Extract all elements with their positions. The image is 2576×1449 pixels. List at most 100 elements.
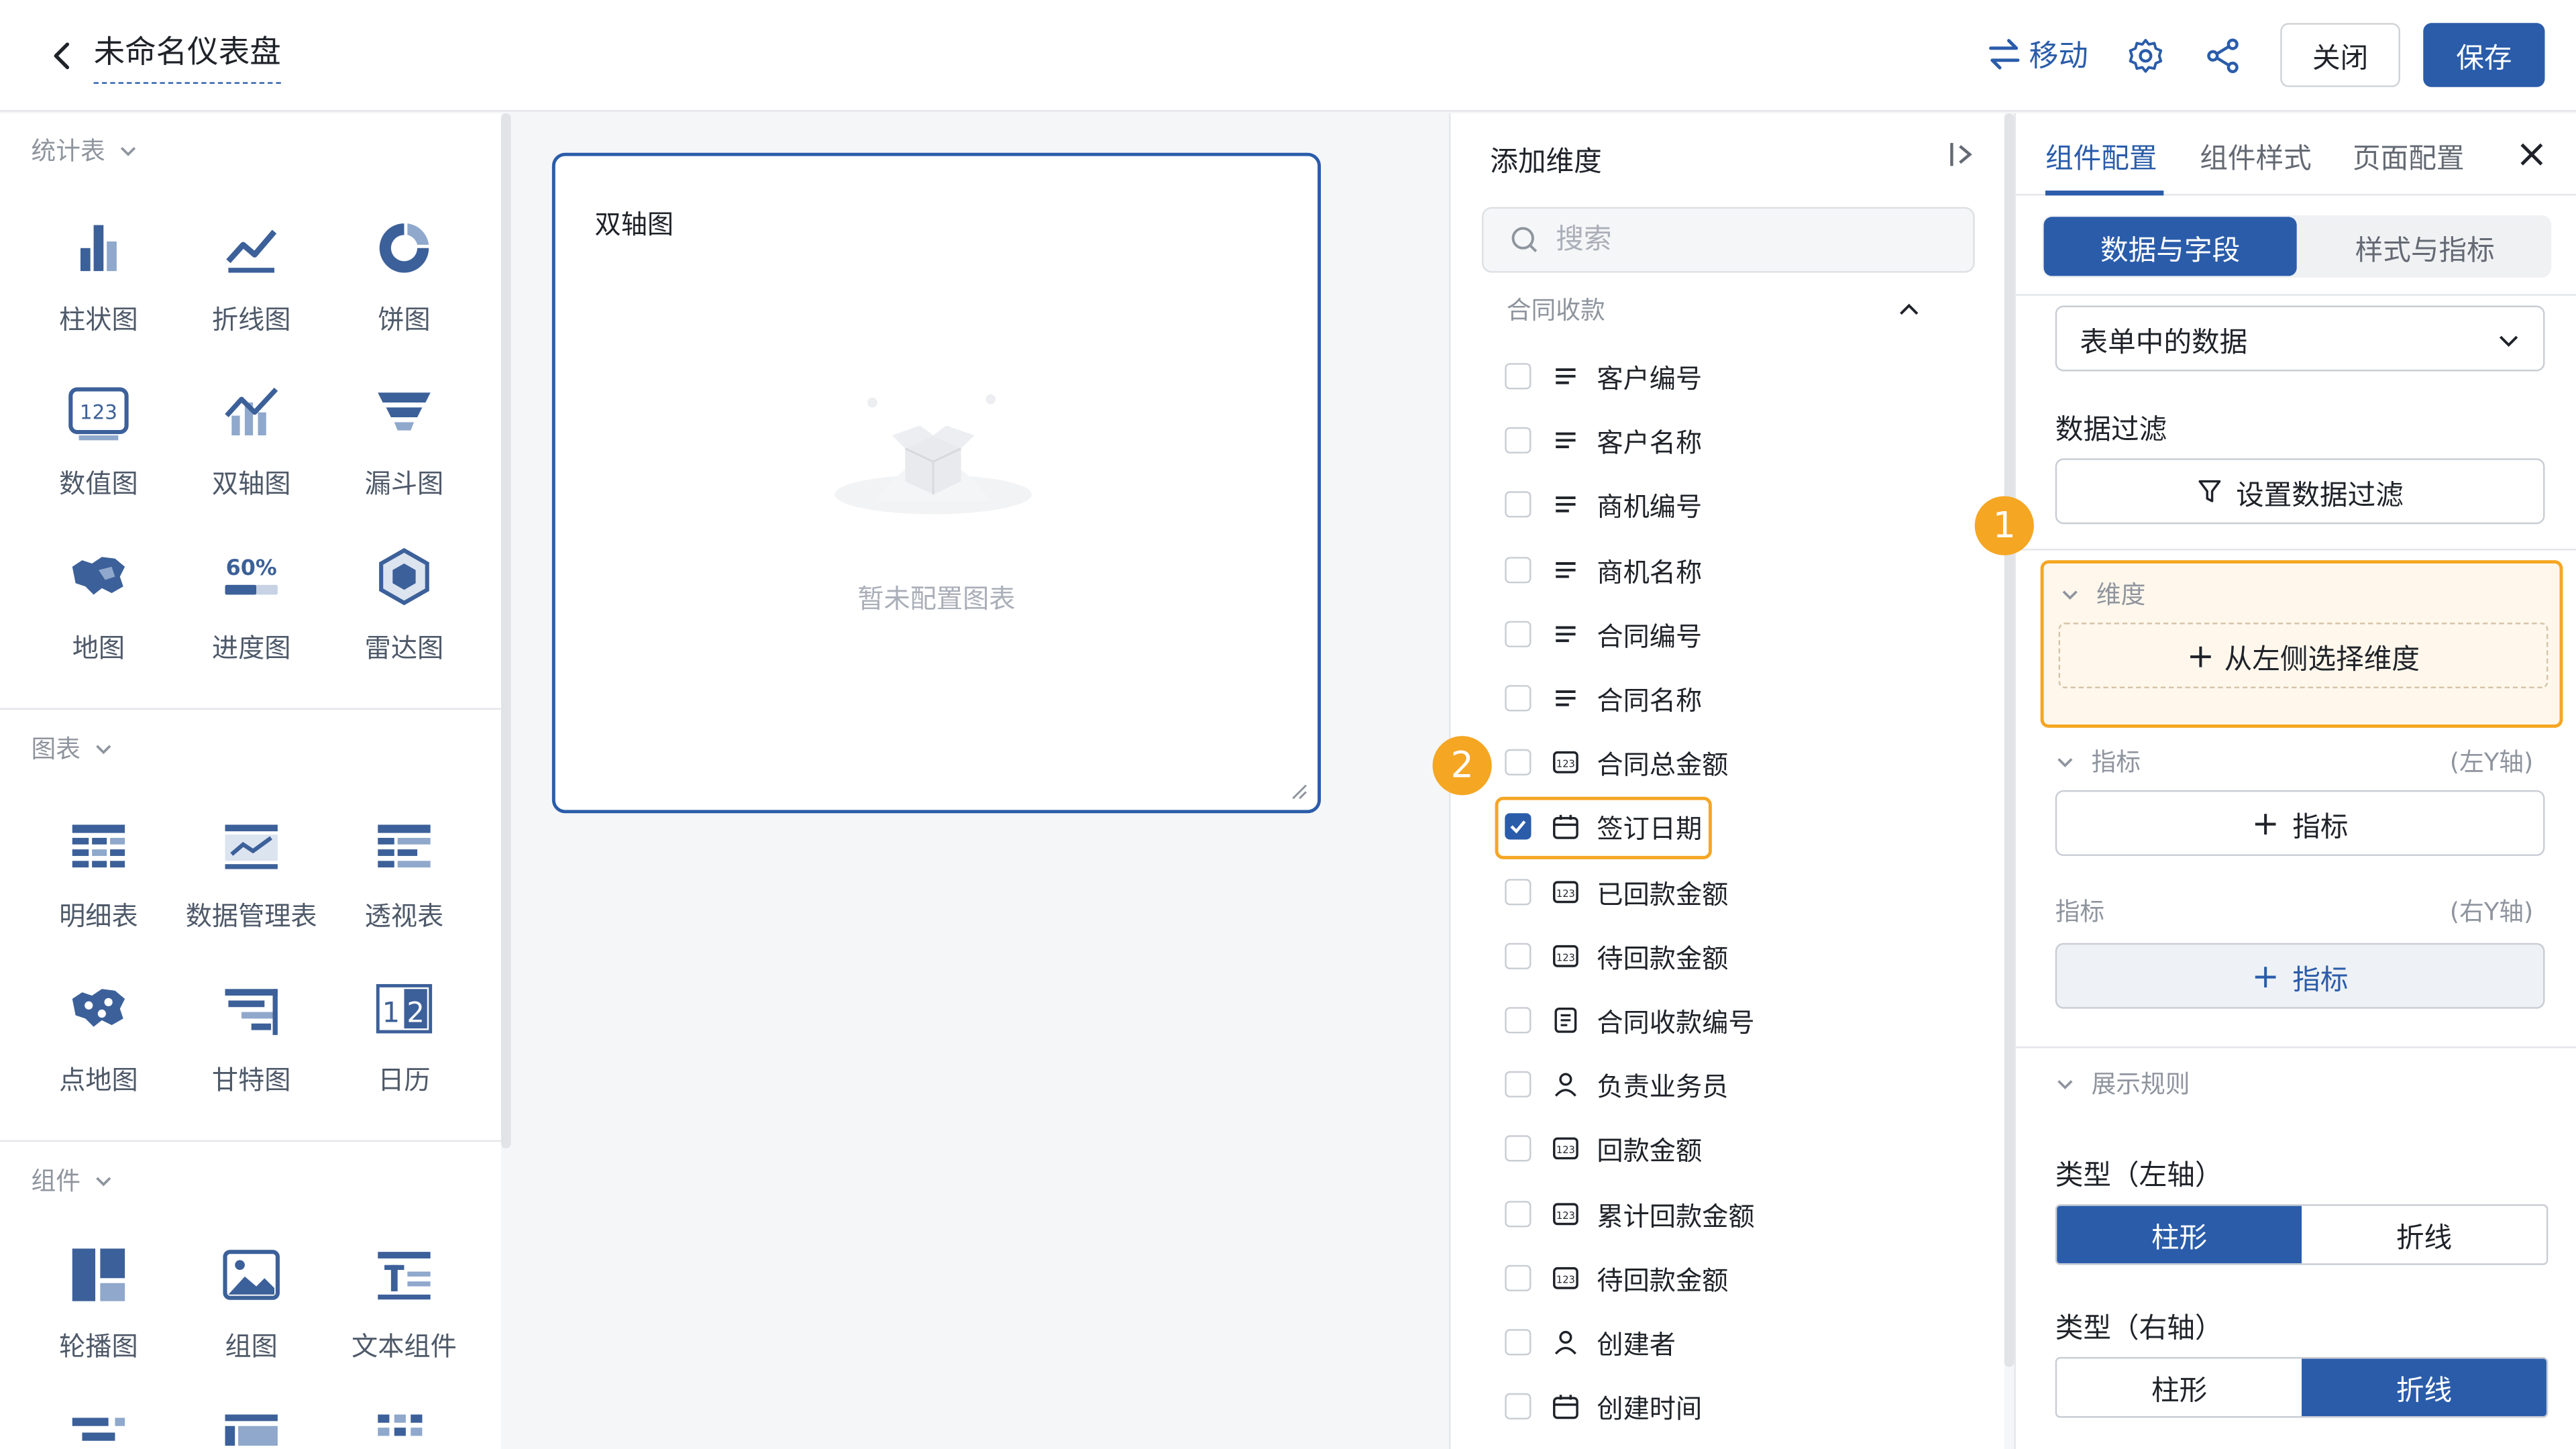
field-checkbox[interactable] (1505, 1393, 1532, 1420)
dimension-panel-scrollbar[interactable] (2004, 113, 2015, 1367)
text-component-icon (378, 1252, 431, 1300)
field-checkbox[interactable] (1505, 363, 1532, 390)
field-checkbox[interactable] (1505, 1071, 1532, 1098)
field-row[interactable]: 创建时间 (1498, 1381, 1941, 1433)
map-chart-item[interactable]: 地图 (25, 544, 172, 676)
empty-box-illustration (835, 394, 1032, 515)
save-button[interactable]: 保存 (2423, 23, 2545, 87)
field-row[interactable]: 客户名称 (1498, 415, 1941, 467)
right-line-option[interactable]: 折线 (2302, 1358, 2546, 1417)
segment-data-fields[interactable]: 数据与字段 (2043, 217, 2297, 276)
pie-chart-item[interactable]: 饼图 (330, 215, 478, 347)
field-checkbox[interactable] (1505, 878, 1532, 905)
point-map-item[interactable]: 点地图 (25, 976, 172, 1108)
field-row[interactable]: 123 合同总金额 (1498, 737, 1941, 789)
left-scrollbar[interactable] (500, 113, 511, 1148)
move-button[interactable]: 移动 (1986, 33, 2088, 76)
add-right-metric-button[interactable]: + 指标 (2055, 943, 2545, 1009)
metric-left-header[interactable]: 指标 (2055, 744, 2141, 778)
field-checkbox[interactable] (1505, 1136, 1532, 1163)
field-row[interactable]: 123 待回款金额 (1498, 930, 1941, 982)
svg-text:123: 123 (1556, 1274, 1575, 1285)
section-charts-header[interactable]: 图表 (32, 731, 113, 765)
left-bar-option[interactable]: 柱形 (2057, 1205, 2302, 1264)
collapse-panel-icon[interactable] (1943, 136, 1980, 172)
share-icon[interactable] (2203, 36, 2243, 76)
set-data-filter-button[interactable]: 设置数据过滤 (2055, 458, 2545, 525)
calendar-icon: 12 (376, 983, 433, 1034)
left-line-option[interactable]: 折线 (2302, 1206, 2546, 1264)
display-rules-label: 展示规则 (2091, 1069, 2190, 1099)
item-label: 甘特图 (211, 1064, 291, 1096)
svg-text:123: 123 (1556, 759, 1575, 770)
resize-handle-icon[interactable] (1288, 780, 1307, 800)
right-bar-option[interactable]: 柱形 (2057, 1358, 2302, 1416)
section-statistics-header[interactable]: 统计表 (32, 133, 138, 167)
dimension-search-box[interactable] (1481, 207, 1975, 273)
plus-icon: + (2251, 803, 2279, 843)
tab-component-style[interactable]: 组件样式 (2200, 135, 2312, 176)
field-row[interactable]: 合同编号 (1498, 608, 1941, 660)
field-checkbox[interactable] (1505, 685, 1532, 712)
field-row[interactable]: 客户编号 (1498, 350, 1941, 402)
field-checkbox[interactable] (1505, 1200, 1532, 1227)
bar-chart-item[interactable]: 柱状图 (25, 215, 172, 347)
field-row[interactable]: 123 已回款金额 (1498, 865, 1941, 918)
field-group-title: 合同收款 (1506, 295, 1605, 325)
carousel-item[interactable]: 轮播图 (25, 1242, 172, 1373)
search-input[interactable] (1556, 223, 1950, 257)
number-chart-item[interactable]: 123 数值图 (25, 380, 172, 511)
segment-style-metrics[interactable]: 样式与指标 (2298, 217, 2551, 276)
field-checkbox[interactable] (1505, 1329, 1532, 1356)
progress-chart-item[interactable]: 60% 进度图 (177, 544, 325, 676)
dimension-header[interactable]: 维度 (2060, 577, 2145, 611)
chevron-left-icon[interactable] (43, 36, 83, 76)
field-checkbox[interactable] (1505, 492, 1532, 519)
close-icon[interactable] (2512, 135, 2552, 174)
text-component-item[interactable]: 文本组件 (330, 1242, 478, 1373)
data-management-table-item[interactable]: 数据管理表 (177, 812, 325, 943)
chevron-up-icon[interactable] (1894, 294, 1924, 323)
radar-chart-item[interactable]: 雷达图 (330, 544, 478, 676)
field-row[interactable]: 商机名称 (1498, 543, 1941, 596)
field-row[interactable]: 合同收款编号 (1498, 994, 1941, 1046)
section-title: 图表 (31, 734, 81, 764)
line-chart-item[interactable]: 折线图 (177, 215, 325, 347)
add-left-metric-button[interactable]: + 指标 (2055, 790, 2545, 856)
dual-axis-chart-card[interactable]: 双轴图 暂未配置图表 (551, 152, 1321, 814)
field-row[interactable]: 创建者 (1498, 1316, 1941, 1368)
data-source-select[interactable]: 表单中的数据 (2055, 305, 2545, 372)
field-checkbox[interactable] (1505, 427, 1532, 454)
field-row[interactable]: 负责业务员 (1498, 1059, 1941, 1111)
field-checkbox[interactable] (1505, 943, 1532, 969)
radar-chart-icon (379, 547, 429, 606)
funnel-chart-item[interactable]: 漏斗图 (330, 380, 478, 511)
field-row[interactable]: 123 累计回款金额 (1498, 1187, 1941, 1240)
field-checkbox[interactable] (1505, 1007, 1532, 1034)
field-checkbox[interactable] (1505, 749, 1532, 776)
detail-table-item[interactable]: 明细表 (25, 812, 172, 943)
display-rules-header[interactable]: 展示规则 (2055, 1066, 2190, 1100)
field-checkbox[interactable] (1505, 556, 1532, 583)
gear-icon[interactable] (2126, 36, 2165, 76)
dimension-drop-zone[interactable]: + 从左侧选择维度 (2058, 623, 2548, 689)
field-row[interactable]: 商机编号 (1498, 479, 1941, 531)
field-row[interactable]: 123 待回款金额 (1498, 1252, 1941, 1304)
dual-axis-chart-item[interactable]: 双轴图 (177, 380, 325, 511)
field-label: 已回款金额 (1597, 878, 1729, 910)
dashboard-title[interactable]: 未命名仪表盘 (93, 28, 281, 84)
plus-icon: + (2251, 956, 2279, 996)
tab-component-config[interactable]: 组件配置 (2045, 135, 2157, 176)
image-group-item[interactable]: 组图 (177, 1242, 325, 1373)
field-row[interactable]: 123 回款金额 (1498, 1123, 1941, 1175)
item-label: 饼图 (378, 304, 431, 335)
close-button[interactable]: 关闭 (2280, 23, 2400, 87)
calendar-item[interactable]: 12 日历 (330, 976, 478, 1108)
field-row[interactable]: 合同名称 (1498, 672, 1941, 724)
field-checkbox[interactable] (1505, 621, 1532, 647)
tab-page-config[interactable]: 页面配置 (2353, 135, 2465, 176)
gantt-chart-item[interactable]: 甘特图 (177, 976, 325, 1108)
pivot-table-item[interactable]: 透视表 (330, 812, 478, 943)
field-checkbox[interactable] (1505, 1265, 1532, 1291)
section-components-header[interactable]: 组件 (32, 1163, 113, 1197)
